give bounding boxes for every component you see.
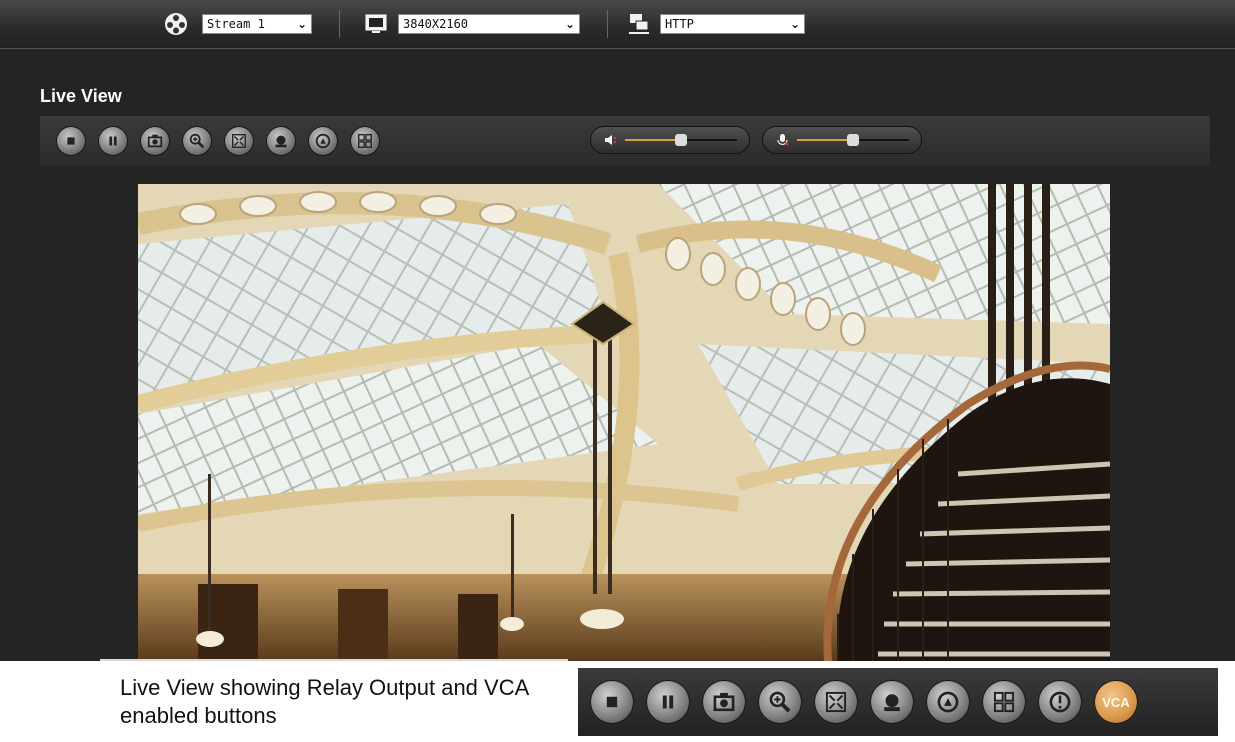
protocol-value: HTTP [665,17,694,31]
stop-icon [67,137,75,145]
record-button[interactable] [266,126,296,156]
microphone-volume-slider[interactable] [762,126,922,154]
divider [607,10,608,38]
speaker-slider-fill [625,139,681,141]
page-title: Live View [40,86,122,106]
video-frame-image [138,184,1110,661]
grid-icon [993,691,1015,713]
chevron-down-icon: ⌄ [789,17,800,31]
fullscreen-button[interactable] [224,126,254,156]
speaker-volume-slider[interactable] [590,126,750,154]
mic-slider-fill [797,139,853,141]
chevron-down-icon: ⌄ [296,17,307,31]
live-view-toolbar [40,116,1210,166]
stop-button[interactable] [56,126,86,156]
resolution-value: 3840X2160 [403,17,469,31]
vca-label: VCA [1102,694,1130,710]
mic-slider-thumb[interactable] [847,134,859,146]
settings-bar: Stream 1 ⌄ 3840X2160 ⌄ HTTP ⌄ [0,0,1235,49]
divider [339,10,340,38]
record-icon [884,694,900,712]
stop-button[interactable] [590,680,634,724]
magnifier-icon [769,691,791,713]
pause-icon [662,695,674,709]
pause-icon [109,136,117,146]
snapshot-button[interactable] [140,126,170,156]
zoom-button[interactable] [182,126,212,156]
live-video-feed[interactable] [138,184,1110,661]
fullscreen-button[interactable] [814,680,858,724]
focus-icon [315,133,331,149]
grid-icon [358,134,372,148]
snapshot-button[interactable] [702,680,746,724]
vca-button[interactable]: VCA [1094,680,1138,724]
caption-divider [100,659,568,661]
speaker-slider-thumb[interactable] [675,134,687,146]
monitor-icon [365,14,387,33]
protocol-select[interactable]: HTTP ⌄ [660,14,805,34]
focus-button[interactable] [926,680,970,724]
pause-button[interactable] [98,126,128,156]
figure-caption: Live View showing Relay Output and VCA e… [120,675,529,728]
reel-icon [165,13,187,35]
microphone-icon [777,134,789,146]
network-icon [629,14,649,34]
pause-button[interactable] [646,680,690,724]
enabled-buttons-strip: VCA [578,668,1218,736]
fullscreen-icon [232,134,246,148]
camera-icon [713,692,735,712]
resolution-select[interactable]: 3840X2160 ⌄ [398,14,580,34]
camera-icon [147,134,163,148]
record-button[interactable] [870,680,914,724]
chevron-down-icon: ⌄ [564,17,575,31]
fullscreen-icon [825,691,847,713]
stop-icon [606,696,618,708]
layout-button[interactable] [982,680,1026,724]
layout-button[interactable] [350,126,380,156]
stream-select[interactable]: Stream 1 ⌄ [202,14,312,34]
magnifier-icon [189,133,205,149]
live-view-panel: Live View [0,49,1235,661]
exclamation-icon [1049,691,1071,713]
record-icon [275,135,287,148]
focus-icon [937,691,959,713]
focus-button[interactable] [308,126,338,156]
relay-output-button[interactable] [1038,680,1082,724]
speaker-icon [605,135,617,145]
zoom-button[interactable] [758,680,802,724]
stream-value: Stream 1 [207,17,265,31]
